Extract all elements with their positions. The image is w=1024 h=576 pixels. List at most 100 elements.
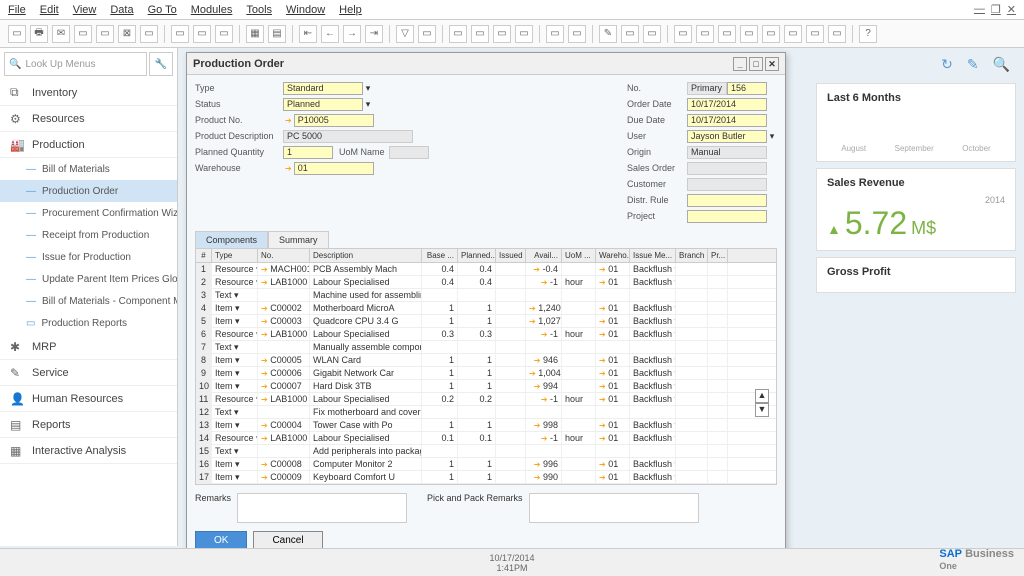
nav-resources[interactable]: ⚙Resources: [0, 106, 177, 132]
status-field[interactable]: Planned: [283, 98, 363, 111]
tb-icon[interactable]: ▭: [568, 25, 586, 43]
dropdown-icon[interactable]: ▾: [363, 99, 373, 110]
modal-minimize-icon[interactable]: _: [733, 57, 747, 71]
menu-search[interactable]: 🔍Look Up Menus: [4, 52, 147, 76]
menu-modules[interactable]: Modules: [191, 4, 233, 16]
tab-components[interactable]: Components: [195, 231, 268, 248]
sub-bom-component[interactable]: —Bill of Materials - Component M: [0, 290, 177, 312]
modal-titlebar[interactable]: Production Order _□✕: [187, 53, 785, 75]
tb-icon[interactable]: ▭: [74, 25, 92, 43]
tb-next-icon[interactable]: →: [343, 25, 361, 43]
menu-help[interactable]: Help: [339, 4, 362, 16]
menu-window[interactable]: Window: [286, 4, 325, 16]
tb-icon[interactable]: ▭: [418, 25, 436, 43]
pick-input[interactable]: [529, 493, 699, 523]
modal-restore-icon[interactable]: □: [749, 57, 763, 71]
table-row[interactable]: 8Item ▾➔ C00005WLAN Card11➔ 946➔ 01Backf…: [196, 354, 776, 367]
table-row[interactable]: 15Text ▾Add peripherals into packaging: [196, 445, 776, 458]
tb-icon[interactable]: 🖶: [30, 25, 48, 43]
tb-icon[interactable]: ✉: [52, 25, 70, 43]
col-desc[interactable]: Description: [310, 249, 422, 262]
col-issued[interactable]: Issued: [496, 249, 526, 262]
menu-edit[interactable]: Edit: [40, 4, 59, 16]
nav-service[interactable]: ✎Service: [0, 360, 177, 386]
tb-icon[interactable]: ▭: [96, 25, 114, 43]
tb-help-icon[interactable]: ?: [859, 25, 877, 43]
tb-icon[interactable]: ▭: [171, 25, 189, 43]
col-uom[interactable]: UoM ...: [562, 249, 596, 262]
menu-data[interactable]: Data: [110, 4, 133, 16]
refresh-icon[interactable]: ↻: [941, 56, 953, 73]
warehouse-field[interactable]: 01: [294, 162, 374, 175]
tb-filter-icon[interactable]: ▽: [396, 25, 414, 43]
link-arrow-icon[interactable]: ➔: [285, 164, 292, 173]
sub-reports[interactable]: ▭Production Reports: [0, 312, 177, 334]
table-row[interactable]: 3Text ▾Machine used for assembling: [196, 289, 776, 302]
tab-summary[interactable]: Summary: [268, 231, 329, 248]
table-row[interactable]: 7Text ▾Manually assemble components: [196, 341, 776, 354]
menu-view[interactable]: View: [73, 4, 97, 16]
restore-icon[interactable]: ❐: [991, 3, 1001, 16]
dropdown-icon[interactable]: ▾: [363, 83, 373, 94]
modal-close-icon[interactable]: ✕: [765, 57, 779, 71]
table-row[interactable]: 16Item ▾➔ C00008Computer Monitor 211➔ 99…: [196, 458, 776, 471]
nav-hr[interactable]: 👤Human Resources: [0, 386, 177, 412]
tb-icon[interactable]: ▭: [828, 25, 846, 43]
project-field[interactable]: [687, 210, 767, 223]
tb-icon[interactable]: ▭: [8, 25, 26, 43]
col-planned[interactable]: Planned...: [458, 249, 496, 262]
menu-goto[interactable]: Go To: [148, 4, 177, 16]
sub-issue[interactable]: —Issue for Production: [0, 246, 177, 268]
sub-bom[interactable]: —Bill of Materials: [0, 158, 177, 180]
tb-icon[interactable]: ▭: [215, 25, 233, 43]
tb-icon[interactable]: ▭: [762, 25, 780, 43]
table-row[interactable]: 9Item ▾➔ C00006Gigabit Network Car11➔ 1,…: [196, 367, 776, 380]
tb-icon[interactable]: ▭: [471, 25, 489, 43]
edit-icon[interactable]: ✎: [967, 56, 979, 73]
table-row[interactable]: 12Text ▾Fix motherboard and cover to cha…: [196, 406, 776, 419]
table-row[interactable]: 2Resource ▾➔ LAB1000Labour Specialised0.…: [196, 276, 776, 289]
nav-analysis[interactable]: ▦Interactive Analysis: [0, 438, 177, 464]
search-icon[interactable]: 🔍: [993, 56, 1010, 73]
col-num[interactable]: #: [196, 249, 212, 262]
type-field[interactable]: Standard: [283, 82, 363, 95]
tb-icon[interactable]: ▭: [806, 25, 824, 43]
table-row[interactable]: 4Item ▾➔ C00002Motherboard MicroA11➔ 1,2…: [196, 302, 776, 315]
tb-icon[interactable]: ▭: [674, 25, 692, 43]
duedate-field[interactable]: 10/17/2014: [687, 114, 767, 127]
nav-production[interactable]: 🏭Production: [0, 132, 177, 158]
qty-field[interactable]: 1: [283, 146, 333, 159]
sub-procurement[interactable]: —Procurement Confirmation Wiz: [0, 202, 177, 224]
menu-file[interactable]: File: [8, 4, 26, 16]
table-row[interactable]: 10Item ▾➔ C00007Hard Disk 3TB11➔ 994➔ 01…: [196, 380, 776, 393]
close-icon[interactable]: ✕: [1007, 3, 1016, 16]
col-wh[interactable]: Wareho...: [596, 249, 630, 262]
sub-update-prices[interactable]: —Update Parent Item Prices Glob: [0, 268, 177, 290]
tb-icon[interactable]: ▭: [784, 25, 802, 43]
tb-prev-icon[interactable]: ←: [321, 25, 339, 43]
col-no[interactable]: No.: [258, 249, 310, 262]
tb-icon[interactable]: ▭: [515, 25, 533, 43]
col-type[interactable]: Type: [212, 249, 258, 262]
sub-receipt[interactable]: —Receipt from Production: [0, 224, 177, 246]
scroll-up-icon[interactable]: ▲: [755, 389, 769, 403]
col-base[interactable]: Base ...: [422, 249, 458, 262]
tb-icon[interactable]: ✎: [599, 25, 617, 43]
dropdown-icon[interactable]: ▾: [767, 131, 777, 142]
orderdate-field[interactable]: 10/17/2014: [687, 98, 767, 111]
table-row[interactable]: 17Item ▾➔ C00009Keyboard Comfort U11➔ 99…: [196, 471, 776, 484]
scroll-down-icon[interactable]: ▼: [755, 403, 769, 417]
col-method[interactable]: Issue Me...: [630, 249, 676, 262]
link-arrow-icon[interactable]: ➔: [285, 116, 292, 125]
tb-icon[interactable]: ▭: [546, 25, 564, 43]
tb-icon[interactable]: ▭: [449, 25, 467, 43]
productno-field[interactable]: P10005: [294, 114, 374, 127]
settings-icon[interactable]: 🔧: [149, 52, 173, 76]
tb-icon[interactable]: ▭: [193, 25, 211, 43]
tb-icon[interactable]: ▤: [268, 25, 286, 43]
tb-icon[interactable]: ▭: [140, 25, 158, 43]
distr-field[interactable]: [687, 194, 767, 207]
sub-production-order[interactable]: —Production Order: [0, 180, 177, 202]
tb-first-icon[interactable]: ⇤: [299, 25, 317, 43]
tb-icon[interactable]: ▭: [696, 25, 714, 43]
